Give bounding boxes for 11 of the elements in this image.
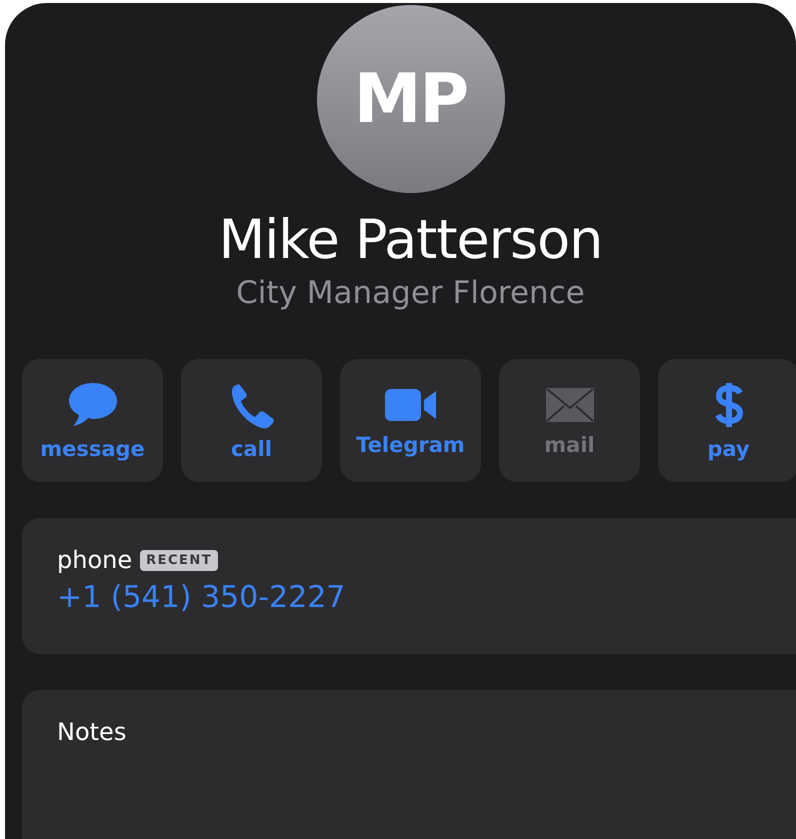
message-button[interactable]: message [22, 359, 163, 482]
contact-subtitle: City Manager Florence [236, 275, 585, 312]
avatar-initials: MP [354, 60, 468, 138]
recent-badge: RECENT [140, 550, 218, 571]
phone-label: phone [57, 546, 132, 574]
contact-name: Mike Patterson [218, 209, 602, 272]
call-button[interactable]: call [181, 359, 322, 482]
notes-label: Notes [57, 718, 126, 746]
pay-button[interactable]: pay [658, 359, 796, 482]
video-button[interactable]: Telegram [340, 359, 481, 482]
phone-number-link[interactable]: +1 (541) 350-2227 [57, 580, 346, 616]
